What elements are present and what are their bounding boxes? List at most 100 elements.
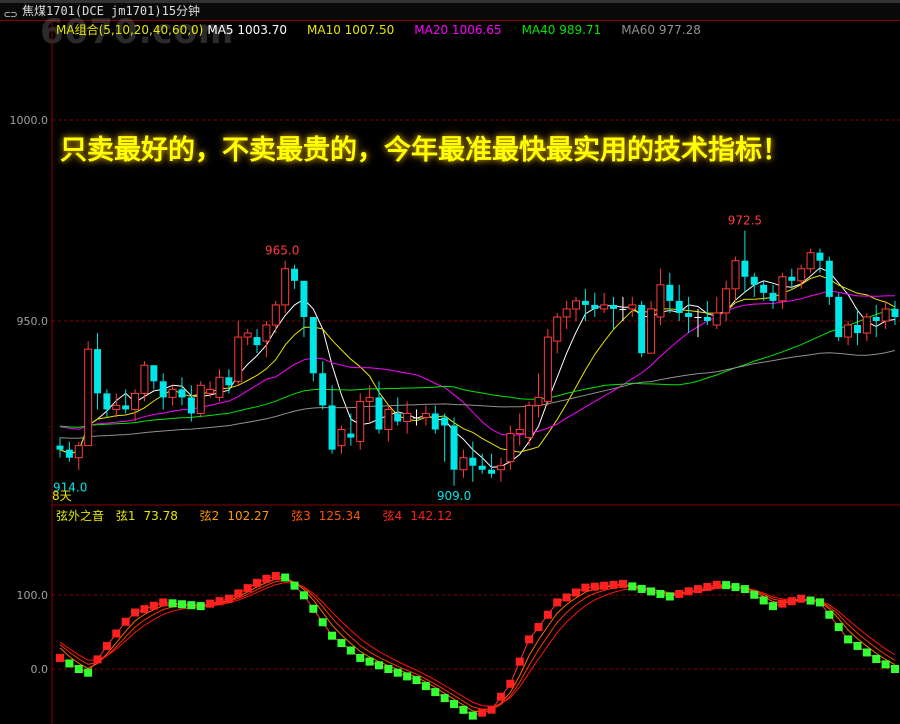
indicator-bar xyxy=(393,668,402,677)
candle-body xyxy=(496,465,505,471)
candle xyxy=(356,393,365,450)
candle xyxy=(610,296,618,330)
candle-body xyxy=(159,381,167,398)
candle xyxy=(778,272,787,309)
indicator-bar xyxy=(168,599,177,608)
candle-body xyxy=(515,429,524,435)
indicator-bar xyxy=(253,578,262,587)
candle xyxy=(731,256,740,301)
candle-body xyxy=(825,260,833,297)
indicator-bar xyxy=(196,602,205,611)
candle-body xyxy=(469,457,477,466)
candle-body xyxy=(853,325,861,334)
indicator-bar xyxy=(459,705,468,714)
indicator-bar xyxy=(93,655,102,664)
candle-body xyxy=(506,433,515,463)
chart-canvas[interactable]: 1000.0950.0100.00.0965.0972.5914.0909.0 xyxy=(0,0,900,724)
low-price-label: 909.0 xyxy=(437,489,471,503)
candle xyxy=(628,296,637,317)
indicator-bar xyxy=(600,581,609,590)
candle xyxy=(159,373,167,410)
candle xyxy=(862,312,871,342)
candle-body xyxy=(140,364,149,394)
indicator-bar xyxy=(881,660,890,669)
candle-body xyxy=(291,268,299,281)
line3-value: 125.34 xyxy=(318,509,361,523)
candle xyxy=(309,316,317,382)
indicator-bar xyxy=(234,589,243,598)
indicator-bar xyxy=(243,584,252,593)
candle-body xyxy=(591,304,599,309)
candle xyxy=(337,425,346,454)
promo-banner: 只卖最好的，不卖最贵的，今年最准最快最实用的技术指标！ xyxy=(60,135,789,166)
indicator-bar xyxy=(703,582,712,591)
line1-value: 73.78 xyxy=(143,509,178,523)
candle xyxy=(178,377,186,406)
candle-body xyxy=(281,268,290,306)
candle-body xyxy=(600,304,609,310)
candle-body xyxy=(84,348,93,447)
indicator-bar xyxy=(825,610,834,619)
candle-body xyxy=(421,412,430,418)
candle xyxy=(572,296,581,321)
candle xyxy=(722,280,731,321)
indicator-bar xyxy=(65,659,74,668)
candle-body xyxy=(122,405,130,410)
indicator-bar xyxy=(656,589,665,598)
indicator-bar xyxy=(891,665,899,673)
candle-body xyxy=(562,308,571,318)
candle xyxy=(806,248,815,273)
candle-body xyxy=(178,389,186,398)
candle xyxy=(112,393,121,418)
indicator-bar xyxy=(412,676,421,685)
candle xyxy=(271,300,280,334)
indicator-bar xyxy=(309,604,318,613)
indicator-bar xyxy=(862,648,871,657)
candle xyxy=(347,413,355,446)
candle-body xyxy=(150,365,158,382)
candle-body xyxy=(581,300,589,305)
candle-body xyxy=(403,412,412,422)
candle xyxy=(319,361,327,410)
indicator-bar xyxy=(534,623,543,632)
indicator-bar xyxy=(675,589,684,598)
candle xyxy=(196,381,205,418)
indicator-bar xyxy=(665,592,674,601)
y-tick-label: 950.0 xyxy=(17,315,49,328)
indicator-bar xyxy=(684,587,693,596)
candle-body xyxy=(206,388,215,394)
candle xyxy=(581,288,589,321)
candle xyxy=(74,441,83,470)
candle xyxy=(262,321,271,358)
indicator-bar xyxy=(440,694,449,703)
candle xyxy=(685,296,693,334)
candle-body xyxy=(431,413,439,430)
indicator-bar xyxy=(572,588,581,597)
period-label: 8天 xyxy=(52,489,72,503)
candle-body xyxy=(685,312,693,317)
candle-body xyxy=(741,260,749,277)
indicator-bar xyxy=(159,598,168,607)
candle-body xyxy=(694,316,702,318)
candle xyxy=(488,453,496,478)
indicator-bar xyxy=(140,605,149,614)
line2-value: 102.27 xyxy=(227,509,270,523)
indicator-bar xyxy=(722,581,731,590)
candle-body xyxy=(394,413,402,422)
indicator-bar xyxy=(112,629,121,638)
candle xyxy=(431,405,439,434)
candle-body xyxy=(112,404,121,410)
indicator-bar xyxy=(121,617,130,626)
candle-body xyxy=(450,425,458,470)
indicator-bar xyxy=(421,682,430,691)
candle-body xyxy=(525,404,534,439)
line2-label: 弦2 xyxy=(199,509,220,523)
high-price-label: 965.0 xyxy=(265,244,299,258)
indicator-bar xyxy=(787,597,796,606)
candle-body xyxy=(862,316,871,334)
indicator-bar xyxy=(712,580,721,589)
candle-body xyxy=(769,292,777,301)
candle-body xyxy=(675,300,683,313)
indicator-bar xyxy=(740,585,749,594)
indicator-bar xyxy=(299,591,308,600)
